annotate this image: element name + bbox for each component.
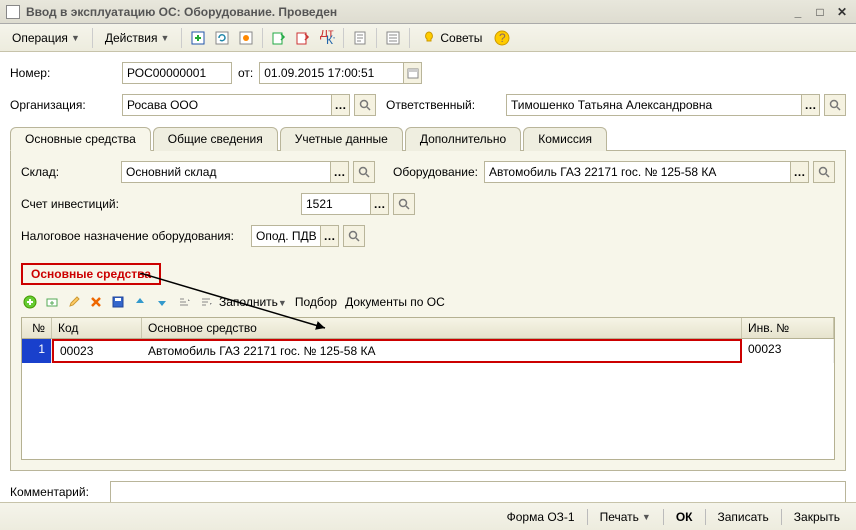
warehouse-label: Склад: [21,165,121,179]
grid-moveup-icon[interactable] [131,293,149,311]
tax-designation-field[interactable] [251,225,321,247]
window-title: Ввод в эксплуатацию ОС: Оборудование. Пр… [26,5,784,19]
equipment-label: Оборудование: [393,165,478,179]
tab-general[interactable]: Общие сведения [153,127,278,151]
tab-panel-main-assets: Склад: … Оборудование: … Счет инвестиций… [10,150,846,471]
form-oz1-button[interactable]: Форма ОЗ-1 [501,510,581,524]
title-bar: Ввод в эксплуатацию ОС: Оборудование. Пр… [0,0,856,24]
toolbar-refresh-icon[interactable] [212,28,232,48]
operation-menu[interactable]: Операция▼ [6,29,86,47]
col-number[interactable]: № [22,318,52,338]
table-row[interactable]: 1 00023 Автомобиль ГАЗ 22171 гос. № 125-… [22,339,834,363]
cell-code: 00023 [52,339,142,363]
svg-text:?: ? [499,31,506,45]
responsible-lookup-button[interactable] [824,94,846,116]
grid-delete-icon[interactable] [87,293,105,311]
ok-button[interactable]: ОК [670,510,699,524]
maximize-button[interactable]: □ [812,4,828,20]
grid-insert-icon[interactable] [43,293,61,311]
document-icon [6,5,20,19]
toolbar-processing-icon[interactable] [236,28,256,48]
grid-edit-icon[interactable] [65,293,83,311]
col-asset[interactable]: Основное средство [142,318,742,338]
actions-menu[interactable]: Действия▼ [99,29,176,47]
grid-body[interactable]: 1 00023 Автомобиль ГАЗ 22171 гос. № 125-… [22,339,834,459]
minimize-button[interactable]: _ [790,4,806,20]
tab-bar: Основные средства Общие сведения Учетные… [10,126,846,150]
date-field[interactable] [259,62,404,84]
equipment-select-button[interactable]: … [791,161,809,183]
tab-accounting[interactable]: Учетные данные [280,127,403,151]
section-title: Основные средства [21,263,161,285]
toolbar-list-icon[interactable] [383,28,403,48]
close-button[interactable]: Закрыть [788,510,846,524]
grid-docs-button[interactable]: Документы по ОС [345,295,445,309]
grid-pick-button[interactable]: Подбор [295,295,337,309]
organization-field[interactable] [122,94,332,116]
close-window-button[interactable]: ✕ [834,4,850,20]
warehouse-field[interactable] [121,161,331,183]
save-button[interactable]: Записать [712,510,775,524]
grid-save-icon[interactable] [109,293,127,311]
comment-field[interactable] [110,481,846,503]
col-code[interactable]: Код [52,318,142,338]
tab-additional[interactable]: Дополнительно [405,127,521,151]
toolbar-post-icon[interactable] [269,28,289,48]
tax-designation-label: Налоговое назначение оборудования: [21,229,251,243]
footer-bar: Форма ОЗ-1 Печать▼ ОК Записать Закрыть [0,502,856,530]
grid-sort-desc-icon[interactable] [197,293,215,311]
col-inventory[interactable]: Инв. № [742,318,834,338]
invest-account-field[interactable] [301,193,371,215]
invest-account-lookup-button[interactable] [393,193,415,215]
comment-label: Комментарий: [10,485,110,499]
toolbar-dtkt-icon[interactable]: ДтКт [317,28,337,48]
cell-number: 1 [22,339,52,363]
grid-add-icon[interactable] [21,293,39,311]
grid-header: № Код Основное средство Инв. № [22,318,834,339]
organization-label: Организация: [10,98,122,112]
main-toolbar: Операция▼ Действия▼ ДтКт Советы ? [0,24,856,52]
cell-asset: Автомобиль ГАЗ 22171 гос. № 125-58 КА [142,339,742,363]
print-menu[interactable]: Печать▼ [594,510,657,524]
invest-account-select-button[interactable]: … [371,193,389,215]
grid-fill-menu[interactable]: Заполнить▼ [219,295,287,309]
cell-inventory: 00023 [742,339,834,363]
number-label: Номер: [10,66,122,80]
grid-sort-asc-icon[interactable] [175,293,193,311]
toolbar-add-icon[interactable] [188,28,208,48]
toolbar-report-icon[interactable] [350,28,370,48]
tab-main-assets[interactable]: Основные средства [10,127,151,151]
invest-account-label: Счет инвестиций: [21,197,301,211]
responsible-label: Ответственный: [386,98,506,112]
tips-button[interactable]: Советы [416,29,488,47]
tax-designation-select-button[interactable]: … [321,225,339,247]
number-field[interactable] [122,62,232,84]
responsible-select-button[interactable]: … [802,94,820,116]
assets-grid: № Код Основное средство Инв. № 1 00023 А… [21,317,835,460]
toolbar-unpost-icon[interactable] [293,28,313,48]
warehouse-select-button[interactable]: … [331,161,349,183]
grid-movedown-icon[interactable] [153,293,171,311]
date-from-label: от: [238,66,253,80]
organization-lookup-button[interactable] [354,94,376,116]
help-icon[interactable]: ? [492,28,512,48]
tab-commission[interactable]: Комиссия [523,127,607,151]
tax-designation-lookup-button[interactable] [343,225,365,247]
equipment-lookup-button[interactable] [813,161,835,183]
date-picker-button[interactable] [404,62,422,84]
responsible-field[interactable] [506,94,802,116]
warehouse-lookup-button[interactable] [353,161,375,183]
grid-toolbar: Заполнить▼ Подбор Документы по ОС [21,293,835,311]
organization-select-button[interactable]: … [332,94,350,116]
equipment-field[interactable] [484,161,791,183]
svg-text:Кт: Кт [326,33,335,46]
